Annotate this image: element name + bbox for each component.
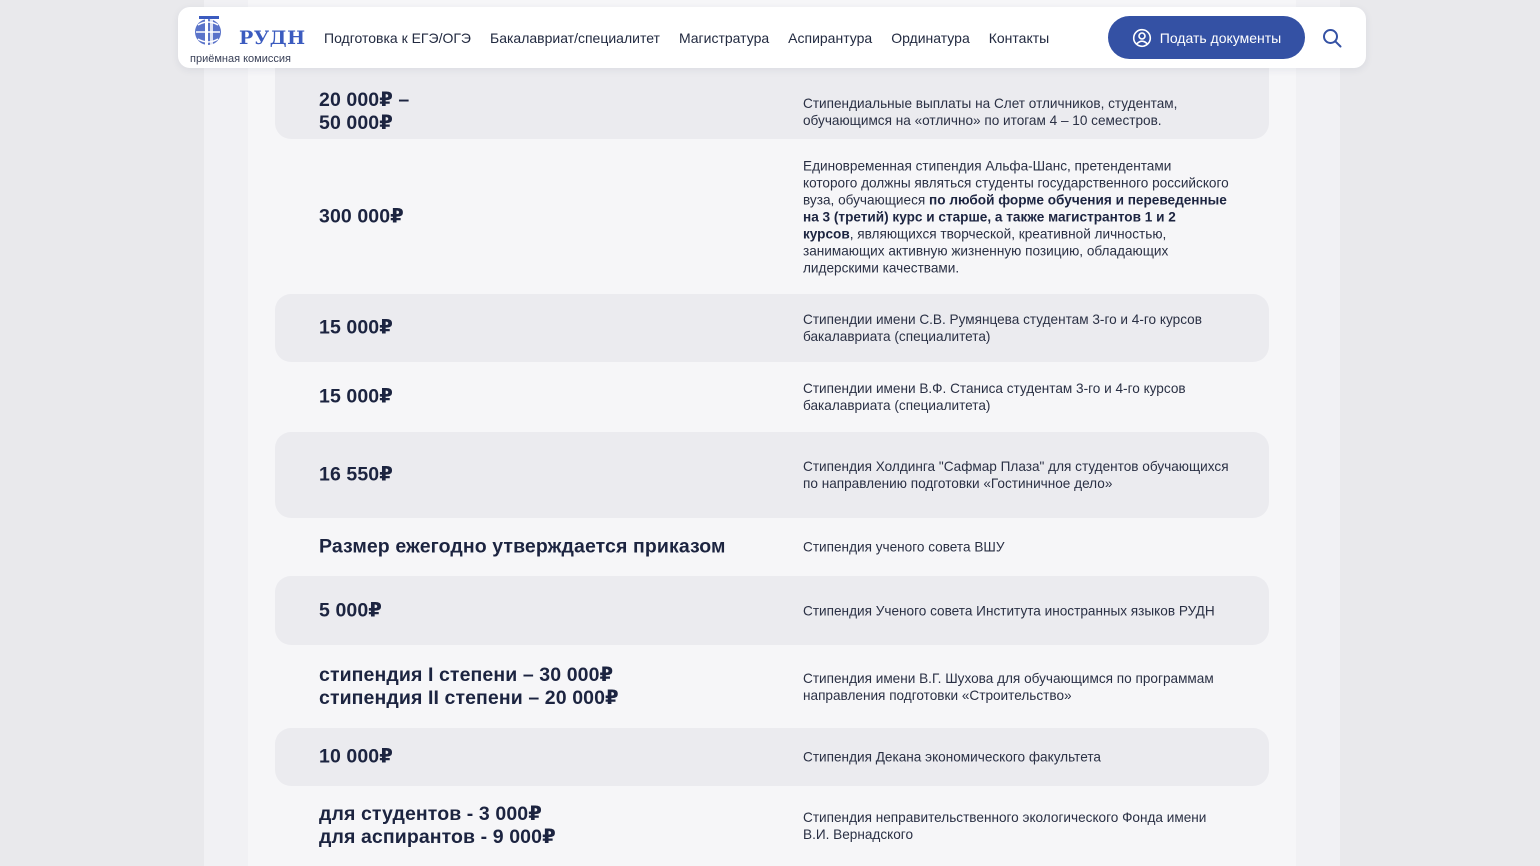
description-text: Стипендия имени В.Г. Шухова для обучающи… (803, 670, 1214, 703)
scholarship-row: Размер ежегодно утверждается приказом Сти… (275, 518, 1269, 576)
scholarship-row: стипендия I степени – 30 000₽ стипендия … (275, 645, 1269, 728)
scholarship-description: Стипендиальные выплаты на Слет отличнико… (803, 95, 1229, 129)
scholarship-amount: 15 000₽ (319, 316, 393, 339)
description-text: Стипендия ученого совета ВШУ (803, 539, 1005, 555)
submit-documents-label: Подать документы (1159, 29, 1282, 46)
scholarship-amount: для студентов - 3 000₽ для аспирантов - … (319, 803, 556, 848)
scholarship-row: 16 550₽ Стипендия Холдинга "Сафмар Плаза"… (275, 432, 1269, 518)
description-text: Стипендия Холдинга "Сафмар Плаза" для ст… (803, 459, 1229, 491)
scholarship-description: Стипендия Холдинга "Сафмар Плаза" для ст… (803, 458, 1229, 492)
scholarship-row: 15 000₽ Стипендии имени В.Ф. Станиса студ… (275, 362, 1269, 432)
scholarship-amount: 10 000₽ (319, 745, 393, 768)
scholarship-description: Стипендия имени В.Г. Шухова для обучающи… (803, 670, 1229, 704)
logo-title: РУДН (239, 27, 306, 49)
nav-bachelor[interactable]: Бакалавриат/специалитет (490, 30, 660, 46)
scholarship-description: Стипендия ученого совета ВШУ (803, 539, 1229, 556)
submit-documents-button[interactable]: Подать документы (1108, 16, 1305, 59)
logo-subtitle: приёмная комиссия (190, 53, 291, 65)
logo[interactable]: РУДН приёмная комиссия (190, 15, 305, 65)
scholarship-description: Стипендия Ученого совета Института иност… (803, 602, 1229, 619)
description-text: Стипендиальные выплаты на Слет отличнико… (803, 95, 1178, 128)
scholarship-amount: Размер ежегодно утверждается приказом (319, 535, 726, 558)
scholarship-description: Стипендии имени С.В. Румянцева студентам… (803, 311, 1229, 345)
scholarship-amount: 20 000₽ – 50 000₽ (319, 88, 410, 134)
nav-contacts[interactable]: Контакты (989, 30, 1049, 46)
scholarship-description: Единовременная стипендия Альфа-Шанс, пре… (803, 157, 1229, 276)
scholarship-row: 300 000₽ Единовременная стипендия Альфа-Ш… (275, 139, 1269, 294)
scholarship-amount: 5 000₽ (319, 599, 382, 621)
description-text: Стипендия Ученого совета Института иност… (803, 603, 1215, 618)
rudn-globe-icon (195, 16, 221, 47)
scholarship-description: Стипендия Декана экономического факульте… (803, 749, 1229, 766)
nav-residency[interactable]: Ординатура (891, 30, 970, 46)
nav-master[interactable]: Магистратура (679, 30, 769, 46)
description-text: , являющихся творческой, креативной личн… (803, 226, 1169, 275)
description-text: Стипендия неправительственного экологиче… (803, 810, 1207, 842)
scholarship-amount: 16 550₽ (319, 463, 393, 486)
scholarship-description: Стипендия неправительственного экологиче… (803, 809, 1229, 843)
scholarship-amount: 15 000₽ (319, 385, 393, 408)
main-nav: Подготовка к ЕГЭ/ОГЭ Бакалавриат/специал… (324, 7, 1068, 68)
nav-postgraduate[interactable]: Аспирантура (788, 30, 872, 46)
site-header: РУДН приёмная комиссия Подготовка к ЕГЭ/… (178, 7, 1366, 68)
scholarship-amount: стипендия I степени – 30 000₽ стипендия … (319, 663, 619, 709)
user-circle-icon (1132, 28, 1151, 47)
scholarship-description: Стипендии имени В.Ф. Станиса студентам 3… (803, 380, 1229, 414)
description-text: Стипендии имени С.В. Румянцева студентам… (803, 312, 1202, 344)
description-text: Стипендия Декана экономического факульте… (803, 749, 1101, 765)
scholarship-amount: 300 000₽ (319, 205, 404, 227)
scholarship-row: 15 000₽ Стипендии имени С.В. Румянцева ст… (275, 294, 1269, 362)
scholarship-row: для студентов - 3 000₽ для аспирантов - … (275, 786, 1269, 866)
description-text: Стипендии имени В.Ф. Станиса студентам 3… (803, 381, 1186, 413)
nav-ege-oge[interactable]: Подготовка к ЕГЭ/ОГЭ (324, 30, 471, 46)
scholarship-row: 10 000₽ Стипендия Декана экономического ф… (275, 728, 1269, 786)
scholarship-row: 5 000₽ Стипендия Ученого совета Института… (275, 576, 1269, 645)
search-icon[interactable] (1321, 27, 1343, 49)
